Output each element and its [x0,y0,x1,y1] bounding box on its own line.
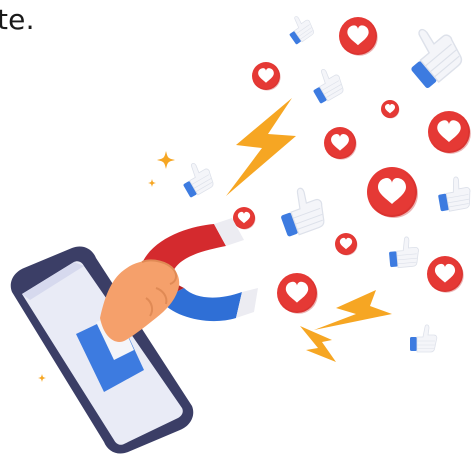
sparkle-icon [157,151,175,169]
heart-icon [367,167,418,218]
thumbs-up-icon [282,11,318,46]
heart-icon [335,233,358,256]
sparkle-icon [148,179,156,187]
lightning-icon [226,98,296,196]
thumbs-up-icon [175,157,218,200]
hand-icon [100,259,180,342]
lightning-icon [314,290,392,330]
thumbs-up-icon [394,17,469,92]
heart-icon [252,62,281,91]
sparkle-icon [38,374,46,382]
heart-icon [277,273,318,314]
lightning-icon [300,326,336,362]
thumbs-up-icon [387,235,421,269]
thumbs-up-icon [273,182,330,240]
heart-icon [381,100,400,119]
heart-icon [428,111,471,154]
thumbs-up-icon [434,174,472,214]
marketing-illustration [10,11,472,454]
heart-icon [339,16,378,56]
thumbs-up-icon [305,63,348,106]
heart-icon [324,127,357,160]
thumbs-up-icon [409,324,438,353]
heart-icon [427,256,464,293]
